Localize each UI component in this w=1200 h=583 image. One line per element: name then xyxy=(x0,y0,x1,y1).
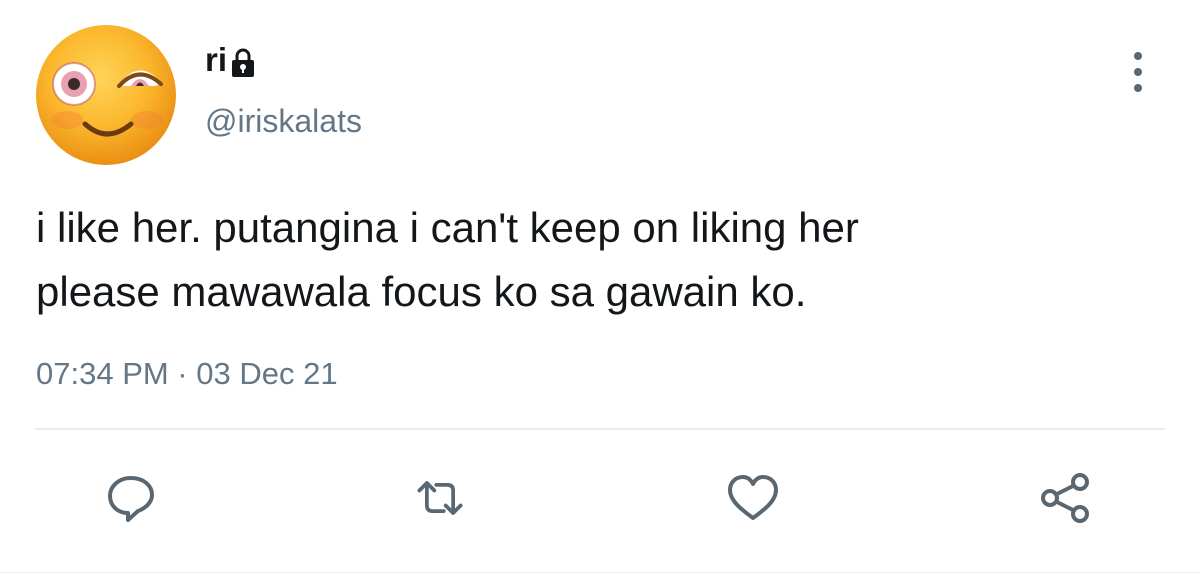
more-options-icon xyxy=(1134,52,1142,60)
tweet-text-line: please mawawala focus ko sa gawain ko. xyxy=(36,268,807,315)
retweet-icon xyxy=(417,481,463,515)
divider xyxy=(35,428,1165,430)
tweet-text: i like her. putangina i can't keep on li… xyxy=(36,196,1156,324)
reply-button[interactable] xyxy=(101,468,161,528)
avatar[interactable] xyxy=(35,24,177,166)
retweet-button[interactable] xyxy=(410,468,470,528)
tweet-timestamp[interactable]: 07:34 PM · 03 Dec 21 xyxy=(36,354,338,394)
flushed-face-emoji-icon xyxy=(36,25,176,165)
lock-icon xyxy=(231,48,255,78)
share-button[interactable] xyxy=(1035,468,1095,528)
user-handle[interactable]: @iriskalats xyxy=(205,101,362,141)
author-name-row[interactable]: ri xyxy=(205,40,255,80)
heart-icon xyxy=(728,475,778,520)
tweet-text-line: i like her. putangina i can't keep on li… xyxy=(36,204,859,251)
more-options-button[interactable] xyxy=(1120,48,1156,96)
like-button[interactable] xyxy=(723,468,783,528)
more-options-icon-dot xyxy=(1134,68,1142,76)
tweet-card: ri @iriskalats i like her. putangina i c… xyxy=(0,0,1200,583)
bottom-divider xyxy=(0,572,1200,573)
reply-icon xyxy=(108,476,154,522)
display-name[interactable]: ri xyxy=(205,40,227,80)
share-icon xyxy=(1041,473,1089,523)
more-options-icon-dot xyxy=(1134,84,1142,92)
